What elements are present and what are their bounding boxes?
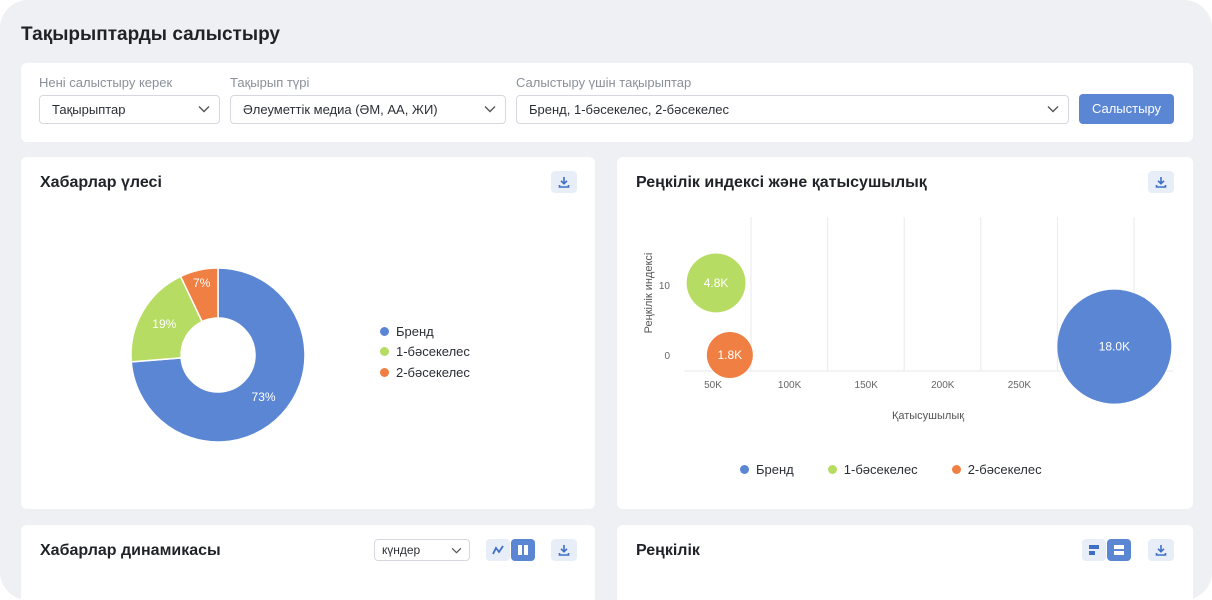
grouped-view-toggle[interactable] [1082, 539, 1106, 561]
share-donut-chart: 73% 19% 7% [130, 267, 306, 443]
download-icon [1155, 177, 1167, 188]
topics-value: Бренд, 1-бәсекелес, 2-бәсекелес [529, 102, 730, 117]
topic-type-value: Әлеуметтік медиа (ӘМ, АА, ЖИ) [243, 102, 438, 117]
download-icon [558, 177, 570, 188]
line-chart-toggle[interactable] [486, 539, 510, 561]
legend-dot [740, 465, 749, 474]
bubble-label: 18.0K [1099, 340, 1130, 354]
legend-item-competitor-1: 1-бәсекелес [827, 462, 918, 477]
compare-button[interactable]: Салыстыру [1079, 94, 1174, 124]
legend-item-brand: Бренд [740, 462, 794, 477]
legend-dot [380, 367, 389, 377]
tone-card-title: Реңкілік [636, 542, 700, 559]
bubble-legend: Бренд 1-бәсекелес 2-бәсекелес [740, 462, 1076, 477]
legend-dot [380, 326, 389, 336]
y-tick-label: 0 [664, 351, 670, 362]
tone-card: Реңкілік [617, 525, 1193, 600]
stacked-chart-icon [1089, 545, 1099, 555]
legend-dot [380, 347, 389, 357]
topic-type-select[interactable]: Әлеуметтік медиа (ӘМ, АА, ЖИ) [230, 95, 506, 124]
page-title: Тақырыптарды салыстыру [21, 24, 280, 45]
legend-label: 1-бәсекелес [396, 344, 470, 360]
filter-panel: Нені салыстыру керек Тақырыптар Тақырып … [21, 63, 1193, 142]
x-tick-label: 100K [778, 380, 802, 391]
chevron-down-icon [451, 547, 462, 554]
y-tick-label: 10 [659, 281, 671, 292]
legend-label: Бренд [396, 323, 434, 339]
bubble-label: 1.8K [718, 348, 743, 362]
x-tick-label: 150K [855, 380, 879, 391]
bar-chart-toggle[interactable] [511, 539, 535, 561]
legend-item-competitor-2: 2-бәсекелес [380, 362, 470, 383]
stacked-view-toggle[interactable] [1107, 539, 1131, 561]
chevron-down-icon [198, 106, 210, 113]
legend-label: 1-бәсекелес [843, 462, 918, 477]
line-chart-icon [492, 545, 504, 555]
topics-label: Салыстыру үшін тақырыптар [516, 75, 692, 90]
period-value: күндер [382, 543, 421, 557]
y-axis-label: Реңкілік индексі [643, 253, 655, 334]
stacked-chart-icon [1114, 545, 1124, 555]
what-to-compare-value: Тақырыптар [52, 102, 126, 117]
x-axis-label: Қатысушылық [892, 410, 964, 422]
legend-label: 2-бәсекелес [396, 364, 470, 380]
bar-chart-icon [518, 545, 528, 555]
download-button[interactable] [1148, 171, 1174, 193]
topic-type-label: Тақырып түрі [230, 75, 310, 90]
share-card: Хабарлар үлесі 73% 19% 7% Бренд 1-бәсекеле… [21, 157, 595, 509]
what-to-compare-select[interactable]: Тақырыптар [39, 95, 220, 124]
share-legend: Бренд 1-бәсекелес 2-бәсекелес [380, 321, 470, 383]
legend-item-competitor-2: 2-бәсекелес [951, 462, 1042, 477]
download-icon [558, 545, 570, 556]
bubble-label: 4.8K [704, 276, 729, 290]
slice-label: 7% [193, 276, 211, 290]
legend-label: Бренд [756, 462, 794, 477]
share-card-title: Хабарлар үлесі [40, 174, 162, 191]
legend-dot [827, 465, 837, 474]
topics-select[interactable]: Бренд, 1-бәсекелес, 2-бәсекелес [516, 95, 1069, 124]
bubble-card: Реңкілік индексі және қатысушылық 50K 100… [617, 157, 1193, 509]
dynamics-card-title: Хабарлар динамикасы [40, 542, 221, 559]
chevron-down-icon [1047, 106, 1059, 113]
download-button[interactable] [551, 539, 577, 561]
chevron-down-icon [484, 106, 496, 113]
bubble-card-title: Реңкілік индексі және қатысушылық [636, 174, 927, 191]
dynamics-card: Хабарлар динамикасы күндер [21, 525, 595, 600]
app-frame: Тақырыптарды салыстыру Нені салыстыру ке… [0, 0, 1212, 600]
legend-item-brand: Бренд [380, 321, 470, 342]
slice-label: 73% [252, 390, 276, 404]
legend-item-competitor-1: 1-бәсекелес [380, 342, 470, 363]
download-button[interactable] [551, 171, 577, 193]
x-tick-label: 250K [1008, 380, 1032, 391]
legend-label: 2-бәсекелес [967, 462, 1042, 477]
legend-dot [951, 465, 961, 474]
download-button[interactable] [1148, 539, 1174, 561]
period-select[interactable]: күндер [374, 539, 470, 561]
x-tick-label: 50K [704, 380, 722, 391]
download-icon [1155, 545, 1167, 556]
what-to-compare-label: Нені салыстыру керек [39, 75, 173, 90]
slice-label: 19% [152, 317, 176, 331]
bubble-chart: 50K100K150K200K250K300K100Реңкілік индек… [643, 217, 1173, 422]
x-tick-label: 200K [931, 380, 955, 391]
